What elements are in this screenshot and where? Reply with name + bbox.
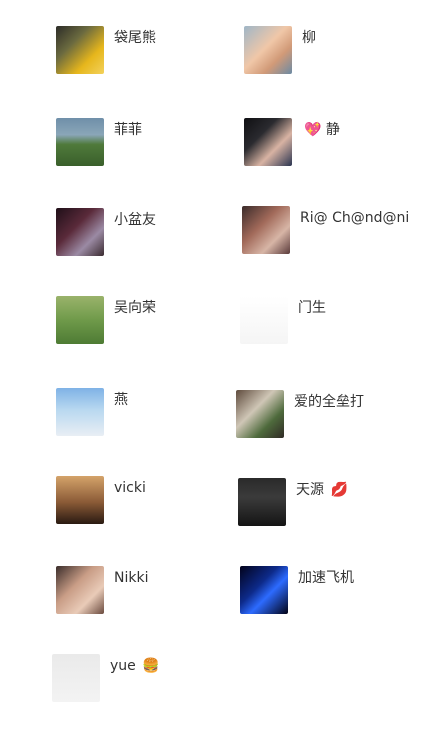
contact-name: 吴向荣	[114, 300, 156, 316]
contact-item[interactable]: Nikki	[56, 566, 148, 614]
contact-name-text: 天源	[296, 482, 324, 498]
contact-item[interactable]: 爱的全垒打	[236, 390, 364, 438]
contact-item[interactable]: 柳	[244, 26, 316, 74]
contact-avatar[interactable]	[236, 390, 284, 438]
contact-item[interactable]: 菲菲	[56, 118, 142, 166]
contact-item[interactable]: 门生	[240, 296, 326, 344]
contact-avatar[interactable]	[244, 26, 292, 74]
contact-item[interactable]: Ri@ Ch@nd@ni	[242, 206, 409, 254]
heart-icon: 💖	[304, 122, 322, 138]
contact-avatar[interactable]	[56, 476, 104, 524]
contact-avatar[interactable]	[240, 566, 288, 614]
contact-avatar[interactable]	[56, 388, 104, 436]
contact-avatar[interactable]	[56, 118, 104, 166]
contact-item[interactable]: yue 🍔	[52, 654, 160, 702]
contact-avatar[interactable]	[56, 26, 104, 74]
contact-item[interactable]: 袋尾熊	[56, 26, 156, 74]
contact-item[interactable]: 吴向荣	[56, 296, 156, 344]
contact-name: 柳	[302, 30, 316, 46]
contact-avatar[interactable]	[238, 478, 286, 526]
contact-item[interactable]: 加速飞机	[240, 566, 354, 614]
contact-name: 加速飞机	[298, 570, 354, 586]
contact-name: 💖 静	[302, 121, 340, 139]
contact-name-text: yue	[110, 658, 136, 674]
contact-avatar[interactable]	[244, 118, 292, 166]
contact-item[interactable]: 燕	[56, 388, 128, 436]
contact-avatar[interactable]	[56, 296, 104, 344]
contact-name: Nikki	[114, 570, 149, 586]
contact-item[interactable]: 天源 💋	[238, 478, 348, 526]
contact-name-text: 静	[325, 122, 340, 138]
contact-item[interactable]: 小盆友	[56, 208, 156, 256]
contact-name: 门生	[298, 300, 326, 316]
contact-name: 袋尾熊	[114, 30, 156, 46]
contact-name: yue 🍔	[110, 657, 160, 675]
contact-avatar[interactable]	[56, 208, 104, 256]
lips-icon: 💋	[330, 482, 348, 498]
contact-name: 菲菲	[114, 122, 142, 138]
contact-name: 天源 💋	[296, 481, 348, 499]
contact-avatar[interactable]	[242, 206, 290, 254]
contact-name: Ri@ Ch@nd@ni	[300, 210, 410, 226]
burger-icon: 🍔	[142, 658, 160, 674]
contact-name: 燕	[114, 392, 128, 408]
contact-name: 爱的全垒打	[294, 394, 364, 410]
contact-name: 小盆友	[114, 212, 156, 228]
contact-item[interactable]: 💖 静	[244, 118, 340, 166]
contact-avatar[interactable]	[56, 566, 104, 614]
contact-avatar[interactable]	[52, 654, 100, 702]
contact-item[interactable]: vicki	[56, 476, 146, 524]
contact-name: vicki	[114, 480, 146, 496]
contact-avatar[interactable]	[240, 296, 288, 344]
